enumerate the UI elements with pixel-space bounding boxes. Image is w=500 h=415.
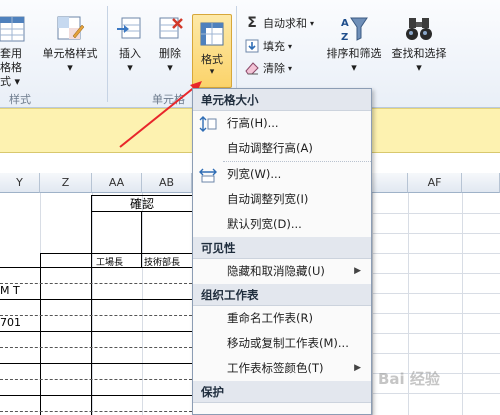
column-header-ae[interactable] (372, 173, 408, 193)
format-cells-icon (198, 19, 226, 49)
column-width-icon (199, 167, 217, 183)
find-select-arrow: ▾ (416, 61, 422, 74)
column-header-aa[interactable]: AA (92, 173, 142, 193)
menu-item-hide-unhide[interactable]: 隐藏和取消隐藏(U) ▶ (193, 259, 371, 284)
column-header-ag[interactable] (462, 173, 500, 193)
cell-styles-arrow: ▾ (67, 61, 73, 74)
column-header-af[interactable]: AF (408, 173, 462, 193)
cell-num: 701 (0, 316, 21, 329)
menu-item-row-height[interactable]: 行高(H)... (193, 111, 371, 136)
format-label: 格式 (201, 53, 223, 66)
column-header-y[interactable]: Y (0, 173, 40, 193)
fill-down-icon (244, 39, 260, 53)
menu-item-tab-color[interactable]: 工作表标签颜色(T) ▶ (193, 356, 371, 381)
cell-gijutsu: 技術部長 (144, 258, 181, 268)
autosum-label: 自动求和 (263, 17, 307, 30)
format-as-table-label1: 套用 (0, 47, 22, 60)
format-dropdown-menu: 单元格大小 行高(H)... 自动调整行高(A) 列宽(W)... 自动调整列宽… (192, 88, 372, 415)
cell-kakunin: 確認 (130, 197, 155, 211)
fill-arrow: ▾ (288, 41, 293, 51)
sort-filter-label: 排序和筛选 (326, 47, 382, 60)
sigma-icon: Σ (247, 15, 257, 31)
format-arrow: ▾ (209, 67, 215, 77)
menu-item-default-width[interactable]: 默认列宽(D)... (193, 212, 371, 237)
binoculars-icon (404, 14, 434, 44)
clear-label: 清除 (263, 62, 285, 75)
format-as-table-button[interactable]: 套用 格格式 ▾ (0, 14, 30, 89)
style-group-label: 样式 (9, 93, 31, 106)
cell-style-icon (55, 14, 85, 44)
menu-item-rename-sheet[interactable]: 重命名工作表(R) (193, 306, 371, 331)
cell-styles-label: 单元格样式 (42, 47, 98, 60)
menu-item-move-copy-sheet[interactable]: 移动或复制工作表(M)... (193, 331, 371, 356)
delete-label: 删除 (159, 47, 181, 60)
insert-arrow: ▾ (127, 61, 133, 74)
format-as-table-label2: 格格式 ▾ (0, 61, 22, 88)
format-button[interactable]: 格式 ▾ (192, 14, 232, 88)
cell-styles-button[interactable]: 单元格样式 ▾ (38, 14, 102, 75)
column-header-z[interactable]: Z (40, 173, 92, 193)
menu-section-cell-size: 单元格大小 (193, 89, 371, 111)
menu-item-autofit-row[interactable]: 自动调整行高(A) (193, 136, 371, 161)
fill-button[interactable]: 填充 ▾ (244, 37, 292, 55)
menu-item-autofit-column[interactable]: 自动调整列宽(I) (193, 187, 371, 212)
delete-cells-icon (156, 14, 184, 44)
insert-button[interactable]: 插入 ▾ (112, 14, 148, 75)
svg-text:A: A (341, 18, 349, 29)
fill-label: 填充 (263, 40, 285, 53)
find-select-button[interactable]: 查找和选择 ▾ (386, 14, 452, 75)
menu-item-column-width[interactable]: 列宽(W)... (193, 162, 371, 187)
group-separator (107, 6, 108, 102)
sort-filter-icon: AZ (339, 14, 369, 44)
cell-kojocho: 工場長 (96, 258, 124, 268)
menu-section-protection: 保护 (193, 381, 371, 403)
sort-filter-button[interactable]: AZ 排序和筛选 ▾ (322, 14, 386, 75)
menu-section-visibility: 可见性 (193, 237, 371, 259)
cells-group-label: 单元格 (152, 93, 185, 106)
clear-button[interactable]: 清除 ▾ (244, 59, 292, 77)
row-height-icon (199, 116, 217, 132)
eraser-icon (244, 61, 260, 75)
clear-arrow: ▾ (288, 63, 293, 73)
cell-mt: M T (0, 284, 20, 297)
svg-text:Z: Z (341, 32, 348, 43)
autosum-arrow: ▾ (310, 18, 315, 28)
watermark: Bai 经验 (378, 370, 440, 388)
table-style-icon (0, 14, 26, 44)
sort-filter-arrow: ▾ (351, 61, 357, 74)
insert-cells-icon (116, 14, 144, 44)
autosum-button[interactable]: Σ 自动求和 ▾ (244, 14, 314, 32)
find-select-label: 查找和选择 (391, 47, 447, 60)
menu-section-organize-sheets: 组织工作表 (193, 284, 371, 306)
insert-label: 插入 (119, 47, 141, 60)
submenu-arrow-icon: ▶ (354, 363, 361, 373)
delete-button[interactable]: 删除 ▾ (152, 14, 188, 75)
column-header-ab[interactable]: AB (142, 173, 192, 193)
delete-arrow: ▾ (167, 61, 173, 74)
submenu-arrow-icon: ▶ (354, 266, 361, 276)
